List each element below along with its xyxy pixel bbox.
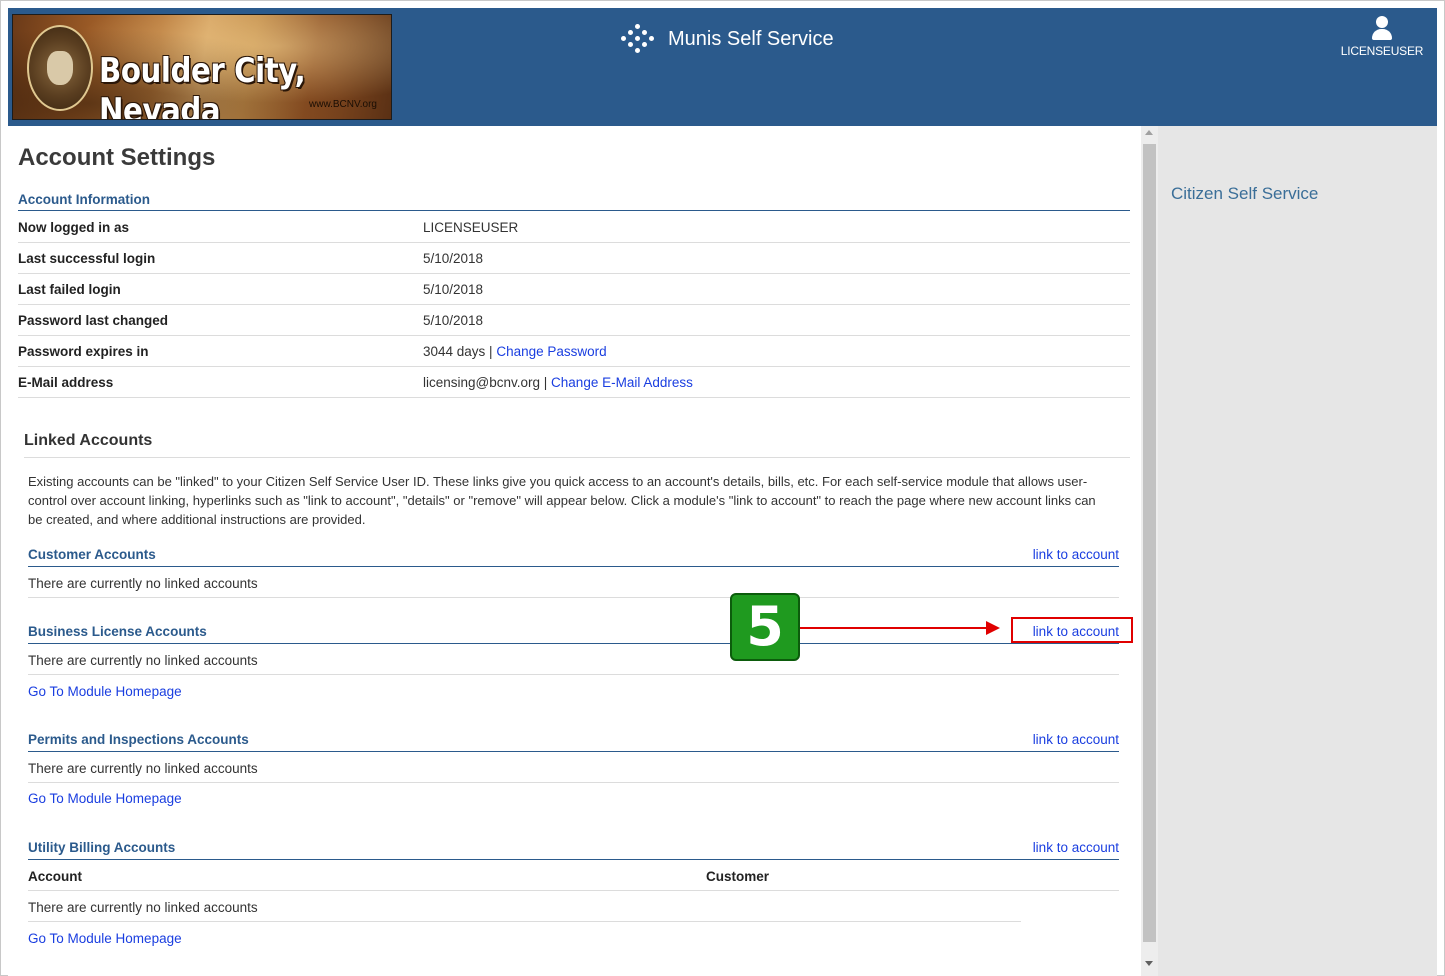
citizen-self-service-link[interactable]: Citizen Self Service (1171, 184, 1318, 204)
info-label: Password expires in (18, 344, 149, 359)
city-logo[interactable]: Boulder City, Nevada www.BCNV.org (12, 14, 392, 120)
business-license-homepage-link[interactable]: Go To Module Homepage (28, 684, 182, 699)
callout-arrow-head-icon (986, 621, 1000, 635)
business-license-empty-row: There are currently no linked accounts (28, 644, 1119, 675)
customer-empty-row: There are currently no linked accounts (28, 567, 1119, 598)
password-expiry-days: 3044 days | (423, 344, 493, 359)
info-label: Last successful login (18, 251, 156, 266)
vertical-scrollbar[interactable] (1141, 126, 1158, 976)
munis-brand[interactable]: Munis Self Service (620, 24, 834, 54)
permits-empty-row: There are currently no linked accounts (28, 752, 1119, 783)
column-customer: Customer (706, 869, 770, 884)
module-title: Business License Accounts (28, 624, 207, 639)
info-value: 5/10/2018 (423, 282, 484, 297)
email-address: licensing@bcnv.org | (423, 375, 548, 390)
user-name: LICENSEUSER (1340, 44, 1424, 58)
city-seal-icon (27, 25, 93, 111)
callout-arrow-line (800, 627, 990, 629)
info-label: Password last changed (18, 313, 169, 328)
info-row-email: E-Mail address licensing@bcnv.org | Chan… (18, 367, 1130, 398)
empty-message: There are currently no linked accounts (28, 576, 258, 591)
info-value: licensing@bcnv.org | Change E-Mail Addre… (423, 375, 693, 390)
info-label: Last failed login (18, 282, 121, 297)
scroll-up-arrow-icon[interactable] (1145, 130, 1153, 135)
column-account: Account (28, 869, 82, 884)
top-header: Boulder City, Nevada www.BCNV.org Munis … (8, 8, 1437, 126)
utility-billing-link-to-account[interactable]: link to account (1033, 840, 1119, 855)
scroll-down-arrow-icon[interactable] (1145, 961, 1153, 966)
info-value: 5/10/2018 (423, 251, 484, 266)
permits-accounts-header: Permits and Inspections Accounts link to… (28, 728, 1119, 752)
scroll-thumb[interactable] (1143, 144, 1156, 942)
module-title: Permits and Inspections Accounts (28, 732, 249, 747)
utility-billing-accounts-header: Utility Billing Accounts link to account (28, 836, 1119, 860)
info-row-last-failed: Last failed login 5/10/2018 (18, 274, 1130, 305)
user-menu[interactable]: LICENSEUSER (1337, 16, 1427, 58)
info-row-last-success: Last successful login 5/10/2018 (18, 243, 1130, 274)
right-sidebar: Citizen Self Service (1158, 126, 1437, 976)
permits-homepage-link[interactable]: Go To Module Homepage (28, 791, 182, 806)
info-label: Now logged in as (18, 220, 130, 235)
step-number-badge: 5 (730, 593, 800, 661)
info-label: E-Mail address (18, 375, 114, 390)
utility-billing-column-headers: Account Customer (28, 860, 1119, 891)
account-information-heading: Account Information (18, 192, 1130, 211)
empty-message: There are currently no linked accounts (28, 653, 258, 668)
info-value: 5/10/2018 (423, 313, 484, 328)
change-email-link[interactable]: Change E-Mail Address (551, 375, 693, 390)
linked-accounts-title: Linked Accounts (24, 432, 153, 449)
info-value: 3044 days | Change Password (423, 344, 607, 359)
change-password-link[interactable]: Change Password (496, 344, 606, 359)
brand-title: Munis Self Service (668, 27, 834, 50)
utility-billing-homepage-link[interactable]: Go To Module Homepage (28, 931, 182, 946)
logo-url: www.BCNV.org (309, 99, 377, 110)
user-icon (1370, 16, 1394, 40)
permits-link-to-account[interactable]: link to account (1033, 732, 1119, 747)
linked-accounts-description: Existing accounts can be "linked" to you… (28, 474, 1096, 527)
munis-diamond-icon (620, 24, 656, 54)
customer-accounts-header: Customer Accounts link to account (28, 543, 1119, 567)
module-title: Utility Billing Accounts (28, 840, 176, 855)
business-license-accounts-header: Business License Accounts link to accoun… (28, 620, 1119, 644)
module-title: Customer Accounts (28, 547, 156, 562)
info-row-password-expires: Password expires in 3044 days | Change P… (18, 336, 1130, 367)
empty-message: There are currently no linked accounts (28, 761, 258, 776)
customer-link-to-account[interactable]: link to account (1033, 547, 1119, 562)
info-value: LICENSEUSER (423, 220, 519, 235)
info-row-password-changed: Password last changed 5/10/2018 (18, 305, 1130, 336)
main-content: Account Settings Account Information Now… (8, 126, 1141, 976)
divider (24, 457, 1130, 458)
info-row-logged-in: Now logged in as LICENSEUSER (18, 212, 1130, 243)
empty-message: There are currently no linked accounts (28, 900, 258, 915)
callout-highlight-box (1011, 617, 1133, 643)
page-title: Account Settings (18, 144, 216, 171)
utility-billing-empty-row: There are currently no linked accounts (28, 891, 1021, 922)
